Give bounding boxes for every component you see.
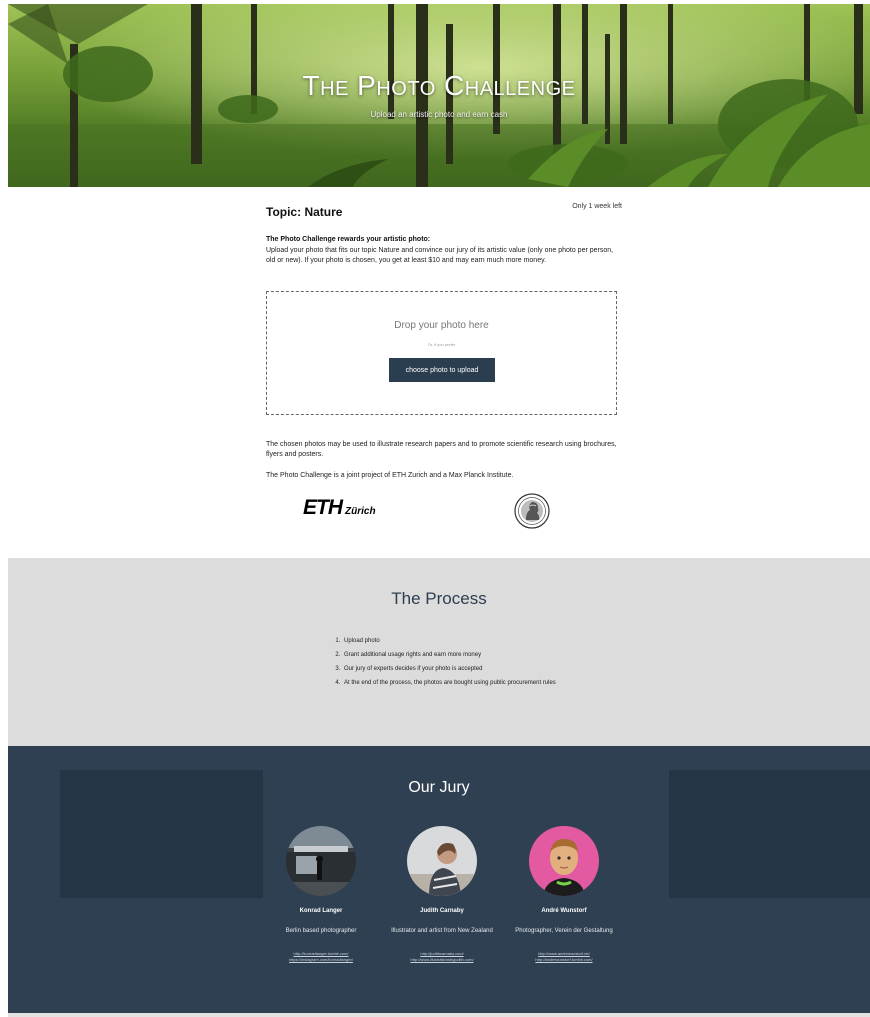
jury-member-judith: Judith Carnaby Illustrator and artist fr… [382,826,502,963]
process-step: Grant additional usage rights and earn m… [342,650,572,660]
jury-member-desc: Berlin based photographer [285,928,357,934]
jury-member-desc: Photographer, Verein der Gestaltung [515,928,613,934]
process-steps: Upload photo Grant additional usage righ… [330,636,572,692]
jury-member-name: Konrad Langer [299,908,343,914]
jury-member-link[interactable]: http://www.illustrationsbyjudith.com/ [382,957,502,963]
hero-title: The Photo Challenge [302,70,576,101]
eth-logo-city: Zürich [345,506,376,517]
time-left: Only 1 week left [572,203,622,210]
or-label: Or, if you prefer [427,342,456,347]
konrad-photo-icon [286,826,356,896]
jury-member-link[interactable]: https://instagram.com/konradlanger/ [261,957,381,963]
drop-label: Drop your photo here [394,320,489,331]
photo-dropzone[interactable]: Drop your photo here Or, if you prefer c… [266,291,617,415]
joint-project-text: The Photo Challenge is a joint project o… [266,472,514,479]
eth-logo-mark: ETH [303,496,343,519]
footer-strip [8,1013,870,1017]
topic-heading: Topic: Nature [266,205,343,219]
judith-photo-icon [407,826,477,896]
max-planck-logo [514,493,550,529]
intro-text: Upload your photo that fits our topic Na… [266,247,614,264]
process-section: The Process Upload photo Grant additiona… [8,558,870,746]
avatar [407,826,477,896]
jury-member-name: André Wunstorf [541,908,587,914]
usage-text: The chosen photos may be used to illustr… [266,441,617,458]
jury-member-andre: André Wunstorf Photographer, Verein der … [504,826,624,963]
jury-member-name: Judith Carnaby [420,908,464,914]
process-step: Our jury of experts decides if your phot… [342,664,572,674]
jury-member-konrad: Konrad Langer Berlin based photographer … [261,826,381,963]
andre-photo-icon [529,826,599,896]
process-title: The Process [391,589,487,608]
intro-heading: The Photo Challenge rewards your artisti… [266,236,431,243]
avatar [286,826,356,896]
jury-section: Our Jury Konrad Langer Berlin based phot… [8,746,870,1017]
process-step: At the end of the process, the photos ar… [342,678,572,688]
hero-banner: The Photo Challenge Upload an artistic p… [8,4,870,187]
avatar [529,826,599,896]
eth-zurich-logo: ETH Zürich [303,496,376,520]
choose-photo-button[interactable]: choose photo to upload [389,358,495,382]
jury-member-link[interactable]: http://andrewunstorf.tumblr.com/ [504,957,624,963]
process-step: Upload photo [342,636,572,646]
jury-member-desc: Illustrator and artist from New Zealand [391,928,493,934]
jury-title: Our Jury [408,779,470,796]
hero-subtitle: Upload an artistic photo and earn cash [370,110,508,119]
